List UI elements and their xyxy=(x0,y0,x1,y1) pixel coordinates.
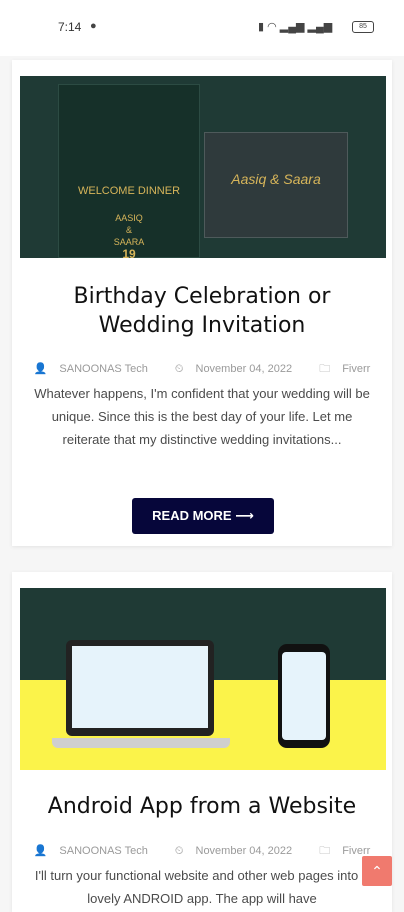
post-excerpt: I'll turn your functional website and ot… xyxy=(34,868,370,906)
user-icon: 👤 xyxy=(33,845,48,857)
invitation-card-left: WELCOME DINNER AASIQ & SAARA 19 xyxy=(58,84,200,258)
post-meta: 👤 SANOONAS Tech ⏲ November 04, 2022 🗀 Fiver… xyxy=(12,842,392,861)
author[interactable]: 👤 SANOONAS Tech xyxy=(28,845,154,857)
post-image[interactable] xyxy=(20,588,386,770)
category[interactable]: 🗀 Fiverr xyxy=(313,363,376,375)
phone-screen xyxy=(282,652,326,740)
notification-icon: ● xyxy=(90,20,97,32)
phone-mockup xyxy=(278,644,330,748)
status-bar: 7:14 ● ▮ ◠ ▂▄▆ ▂▄▆ 85 xyxy=(0,0,404,56)
read-more-button[interactable]: READ MORE ⟶ xyxy=(132,498,274,534)
status-time: 7:14 xyxy=(58,20,82,34)
post-image[interactable]: WELCOME DINNER AASIQ & SAARA 19 Aasiq & … xyxy=(20,76,386,258)
invitation-card-right: Aasiq & Saara xyxy=(204,132,348,238)
battery-icon: 85 xyxy=(352,21,374,33)
laptop-base xyxy=(52,738,230,748)
post-title[interactable]: Android App from a Website xyxy=(12,792,392,821)
folder-icon: 🗀 xyxy=(319,845,331,857)
invitation-name-2: SAARA xyxy=(113,237,145,247)
clock-icon: ⏲ xyxy=(174,845,184,857)
author-name[interactable]: SANOONAS Tech xyxy=(59,363,147,375)
author-name[interactable]: SANOONAS Tech xyxy=(59,845,147,857)
invitation-name-1: AASIQ xyxy=(115,213,143,223)
user-icon: 👤 xyxy=(33,363,48,375)
category-name[interactable]: Fiverr xyxy=(342,363,370,375)
post-card: WELCOME DINNER AASIQ & SAARA 19 Aasiq & … xyxy=(12,60,392,546)
post-meta: 👤 SANOONAS Tech ⏲ November 04, 2022 🗀 Fiver… xyxy=(12,360,392,379)
clock-icon: ⏲ xyxy=(174,363,184,375)
invitation-title: WELCOME DINNER xyxy=(77,185,181,197)
date: ⏲ November 04, 2022 xyxy=(169,845,298,857)
date: ⏲ November 04, 2022 xyxy=(169,363,298,375)
author[interactable]: 👤 SANOONAS Tech xyxy=(28,363,154,375)
post-title[interactable]: Birthday Celebration or Wedding Invitati… xyxy=(12,282,392,340)
invitation-day: 19 xyxy=(122,247,136,258)
arrow-up-icon: ⌃ xyxy=(371,863,383,879)
post-title-line-2[interactable]: Wedding Invitation xyxy=(12,311,392,340)
signal-icons: ▮ ◠ ▂▄▆ ▂▄▆ xyxy=(258,21,333,33)
folder-icon: 🗀 xyxy=(319,363,331,375)
post-date: November 04, 2022 xyxy=(195,363,293,375)
post-title-line-1[interactable]: Birthday Celebration or xyxy=(12,282,392,311)
post-excerpt: Whatever happens, I'm confident that you… xyxy=(34,386,370,447)
invitation-script: Aasiq & Saara xyxy=(231,171,321,187)
scroll-to-top-button[interactable]: ⌃ xyxy=(362,856,392,886)
post-date: November 04, 2022 xyxy=(195,845,293,857)
post-card: Android App from a Website 👤 SANOONAS Tec… xyxy=(12,572,392,912)
laptop-mockup xyxy=(66,640,214,736)
laptop-screen xyxy=(72,646,208,728)
invitation-amp: & xyxy=(125,225,132,235)
